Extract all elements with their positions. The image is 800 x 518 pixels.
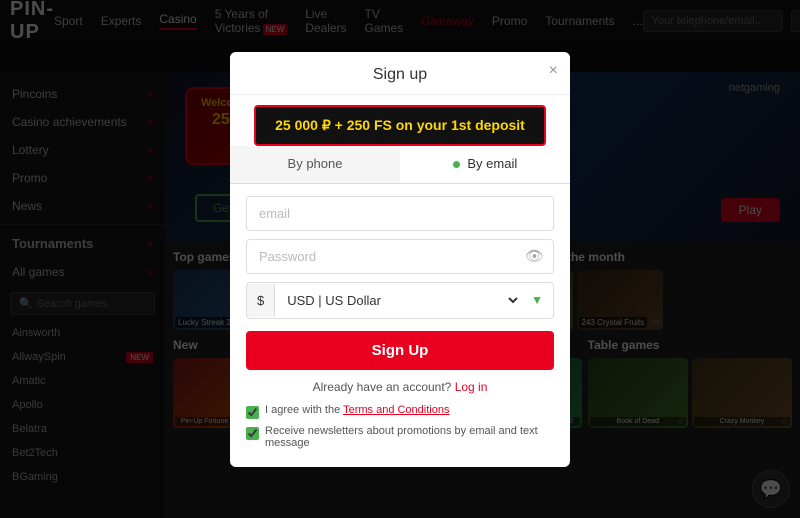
tab-email[interactable]: By email [400,146,570,183]
modal-title: Sign up [246,66,554,84]
email-field[interactable] [246,196,554,231]
modal-bonus-banner: 25 000 ₽ + 250 FS on your 1st deposit [254,105,546,146]
modal-close-button[interactable]: × [549,62,558,80]
modal-header: Sign up × [230,52,570,95]
terms-link[interactable]: Terms and Conditions [343,404,449,416]
currency-select[interactable]: USD | US Dollar [275,283,521,318]
newsletter-checkbox-row: Receive newsletters about promotions by … [246,425,554,449]
chevron-down-icon: ▼ [521,284,553,316]
modal-bonus-section: 25 000 ₽ + 250 FS on your 1st deposit [230,95,570,146]
signup-modal-button[interactable]: Sign Up [246,331,554,370]
terms-checkbox[interactable] [246,406,259,419]
eye-icon[interactable]: 👁 [525,247,544,265]
tab-phone[interactable]: By phone [230,146,400,183]
password-wrapper: 👁 [246,239,554,274]
password-field[interactable] [246,239,554,274]
terms-checkbox-row: I agree with the Terms and Conditions [246,404,554,419]
active-dot [453,161,460,168]
login-link[interactable]: Log in [455,380,488,394]
currency-symbol: $ [247,284,275,317]
signup-modal: Sign up × 25 000 ₽ + 250 FS on your 1st … [230,52,570,467]
modal-form: 👁 $ USD | US Dollar ▼ Sign Up Already ha… [230,184,570,467]
login-link-row: Already have an account? Log in [246,380,554,394]
currency-select-wrapper: $ USD | US Dollar ▼ [246,282,554,319]
modal-tabs: By phone By email [230,146,570,184]
modal-overlay: Sign up × 25 000 ₽ + 250 FS on your 1st … [0,0,800,518]
newsletter-checkbox[interactable] [246,427,259,440]
